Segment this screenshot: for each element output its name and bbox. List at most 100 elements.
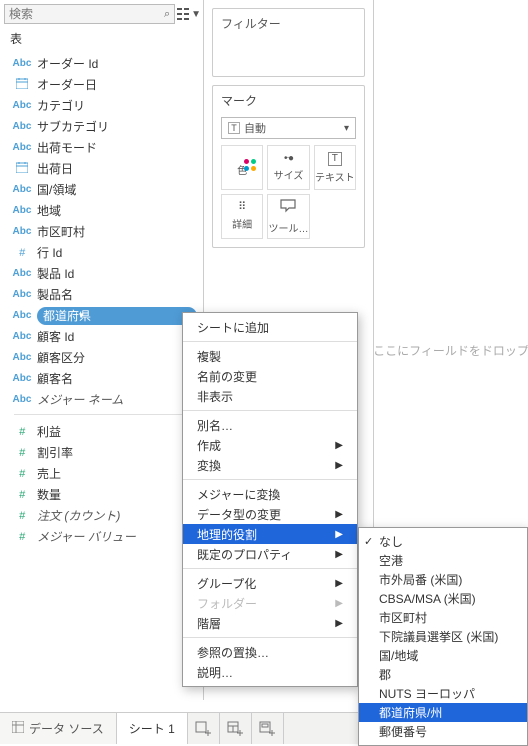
ctx-duplicate[interactable]: 複製 bbox=[183, 346, 357, 366]
dimension-field[interactable]: #行 Id bbox=[0, 242, 203, 263]
field-label: メジャー バリュー bbox=[37, 528, 197, 545]
string-icon: Abc bbox=[12, 58, 32, 69]
search-box[interactable]: ⌕ bbox=[4, 4, 175, 24]
dimension-field[interactable]: Abc顧客区分 bbox=[0, 347, 203, 368]
geo-cbsa[interactable]: CBSA/MSA (米国) bbox=[359, 589, 527, 608]
ctx-separator bbox=[183, 479, 357, 480]
geo-area-code[interactable]: 市外局番 (米国) bbox=[359, 570, 527, 589]
new-dashboard-button[interactable] bbox=[220, 713, 252, 744]
marks-text-label: テキスト bbox=[315, 169, 355, 184]
measure-field[interactable]: # 数量 bbox=[0, 484, 203, 505]
ctx-add-to-sheet[interactable]: シートに追加 bbox=[183, 317, 357, 337]
ctx-separator bbox=[183, 568, 357, 569]
geographic-role-submenu: ✓なし 空港 市外局番 (米国) CBSA/MSA (米国) 市区町村 下院議員… bbox=[358, 527, 528, 746]
number-icon: # bbox=[12, 468, 32, 480]
dimension-field[interactable]: Abcオーダー Id bbox=[0, 53, 203, 74]
ctx-hide[interactable]: 非表示 bbox=[183, 386, 357, 406]
marks-detail-button[interactable]: ⠿ 詳細 bbox=[221, 194, 263, 239]
geo-zip[interactable]: 郵便番号 bbox=[359, 722, 527, 741]
field-label: 売上 bbox=[37, 465, 197, 482]
ctx-transform[interactable]: 変換▶ bbox=[183, 455, 357, 475]
new-worksheet-button[interactable] bbox=[188, 713, 220, 744]
measure-field[interactable]: # 売上 bbox=[0, 463, 203, 484]
number-icon: # bbox=[12, 447, 32, 459]
dimension-field[interactable]: Abcサブカテゴリ bbox=[0, 116, 203, 137]
field-label: 市区町村 bbox=[37, 223, 197, 240]
marks-size-label: サイズ bbox=[274, 167, 304, 182]
geo-city[interactable]: 市区町村 bbox=[359, 608, 527, 627]
marks-tooltip-button[interactable]: ツール… bbox=[267, 194, 309, 239]
tab-sheet-1-label: シート 1 bbox=[129, 720, 175, 737]
data-pane-menu[interactable]: ▼ bbox=[191, 5, 201, 23]
dimension-field[interactable]: Abcメジャー ネーム bbox=[0, 389, 203, 410]
string-icon: Abc bbox=[12, 331, 32, 342]
dimension-field[interactable]: Abc出荷モード bbox=[0, 137, 203, 158]
field-label: 顧客名 bbox=[37, 370, 197, 387]
ctx-describe[interactable]: 説明… bbox=[183, 662, 357, 682]
data-source-icon bbox=[12, 721, 24, 736]
tab-sheet-1[interactable]: シート 1 bbox=[117, 713, 188, 744]
marks-text-button[interactable]: T テキスト bbox=[314, 145, 356, 190]
ctx-aliases[interactable]: 別名… bbox=[183, 415, 357, 435]
dimension-field[interactable]: Abc市区町村 bbox=[0, 221, 203, 242]
submenu-arrow-icon: ▶ bbox=[335, 529, 343, 540]
field-label: 顧客 Id bbox=[37, 328, 197, 345]
dimension-list: Abcオーダー Id オーダー日 AbcカテゴリAbcサブカテゴリAbc出荷モード出… bbox=[0, 51, 203, 410]
field-label: 注文 (カウント) bbox=[37, 507, 197, 524]
ctx-create[interactable]: 作成▶ bbox=[183, 435, 357, 455]
marks-size-button[interactable]: •ᐧ● サイズ bbox=[267, 145, 309, 190]
submenu-arrow-icon: ▶ bbox=[335, 598, 343, 609]
measure-field[interactable]: #利益 bbox=[0, 421, 203, 442]
dimension-field[interactable]: オーダー日 bbox=[0, 74, 203, 95]
string-icon: Abc bbox=[12, 289, 32, 300]
measure-field[interactable]: #注文 (カウント) bbox=[0, 505, 203, 526]
number-icon: # bbox=[12, 531, 32, 543]
dimension-field[interactable]: Abc製品名 bbox=[0, 284, 203, 305]
field-label: オーダー日 bbox=[37, 76, 197, 93]
dimension-field[interactable]: Abc製品 Id bbox=[0, 263, 203, 284]
search-icon[interactable]: ⌕ bbox=[164, 8, 170, 21]
date-icon bbox=[12, 162, 32, 176]
ctx-replace-references[interactable]: 参照の置換… bbox=[183, 642, 357, 662]
dimension-field[interactable]: Abcカテゴリ bbox=[0, 95, 203, 116]
dimension-field[interactable]: 出荷日 bbox=[0, 158, 203, 179]
string-icon: Abc bbox=[12, 100, 32, 111]
tab-data-source[interactable]: データ ソース bbox=[0, 713, 117, 744]
field-label: 数量 bbox=[37, 486, 197, 503]
geo-county[interactable]: 郡 bbox=[359, 665, 527, 684]
marks-color-button[interactable]: 色 bbox=[221, 145, 263, 190]
submenu-arrow-icon: ▶ bbox=[335, 549, 343, 560]
geo-nuts[interactable]: NUTS ヨーロッパ bbox=[359, 684, 527, 703]
dimension-field[interactable]: Abc地域 bbox=[0, 200, 203, 221]
geo-none[interactable]: ✓なし bbox=[359, 532, 527, 551]
measure-list: #利益#割引率#売上#数量#注文 (カウント)#メジャー バリュー bbox=[0, 419, 203, 547]
dimension-field[interactable]: Abc国/領域 bbox=[0, 179, 203, 200]
measure-field[interactable]: #割引率 bbox=[0, 442, 203, 463]
list-view-toggle[interactable] bbox=[177, 5, 189, 23]
filters-shelf[interactable]: フィルター bbox=[212, 8, 365, 77]
dimension-field[interactable]: Abc顧客名 bbox=[0, 368, 203, 389]
text-label-icon: T bbox=[328, 152, 342, 166]
search-input[interactable] bbox=[9, 7, 164, 21]
mark-type-selector[interactable]: T 自動 ▾ bbox=[221, 117, 356, 139]
geo-state[interactable]: 都道府県/州 bbox=[359, 703, 527, 722]
new-story-button[interactable] bbox=[252, 713, 284, 744]
geo-airport[interactable]: 空港 bbox=[359, 551, 527, 570]
dimension-field[interactable]: Abc 顧客 Id bbox=[0, 326, 203, 347]
ctx-rename[interactable]: 名前の変更 bbox=[183, 366, 357, 386]
ctx-geographic-role[interactable]: 地理的役割▶ bbox=[183, 524, 357, 544]
number-icon: # bbox=[12, 489, 32, 501]
geo-congressional-district[interactable]: 下院議員選挙区 (米国) bbox=[359, 627, 527, 646]
geo-country[interactable]: 国/地域 bbox=[359, 646, 527, 665]
ctx-group-by[interactable]: グループ化▶ bbox=[183, 573, 357, 593]
detail-icon: ⠿ bbox=[238, 202, 246, 213]
dimension-field[interactable]: Abc都道府県▾ bbox=[0, 305, 203, 326]
ctx-hierarchy[interactable]: 階層▶ bbox=[183, 613, 357, 633]
string-icon: Abc bbox=[12, 352, 32, 363]
selected-field-pill[interactable]: 都道府県▾ bbox=[37, 307, 197, 325]
ctx-folder: フォルダー▶ bbox=[183, 593, 357, 613]
ctx-convert-to-measure[interactable]: メジャーに変換 bbox=[183, 484, 357, 504]
ctx-default-properties[interactable]: 既定のプロパティ▶ bbox=[183, 544, 357, 564]
measure-field[interactable]: # メジャー バリュー bbox=[0, 526, 203, 547]
ctx-change-data-type[interactable]: データ型の変更▶ bbox=[183, 504, 357, 524]
